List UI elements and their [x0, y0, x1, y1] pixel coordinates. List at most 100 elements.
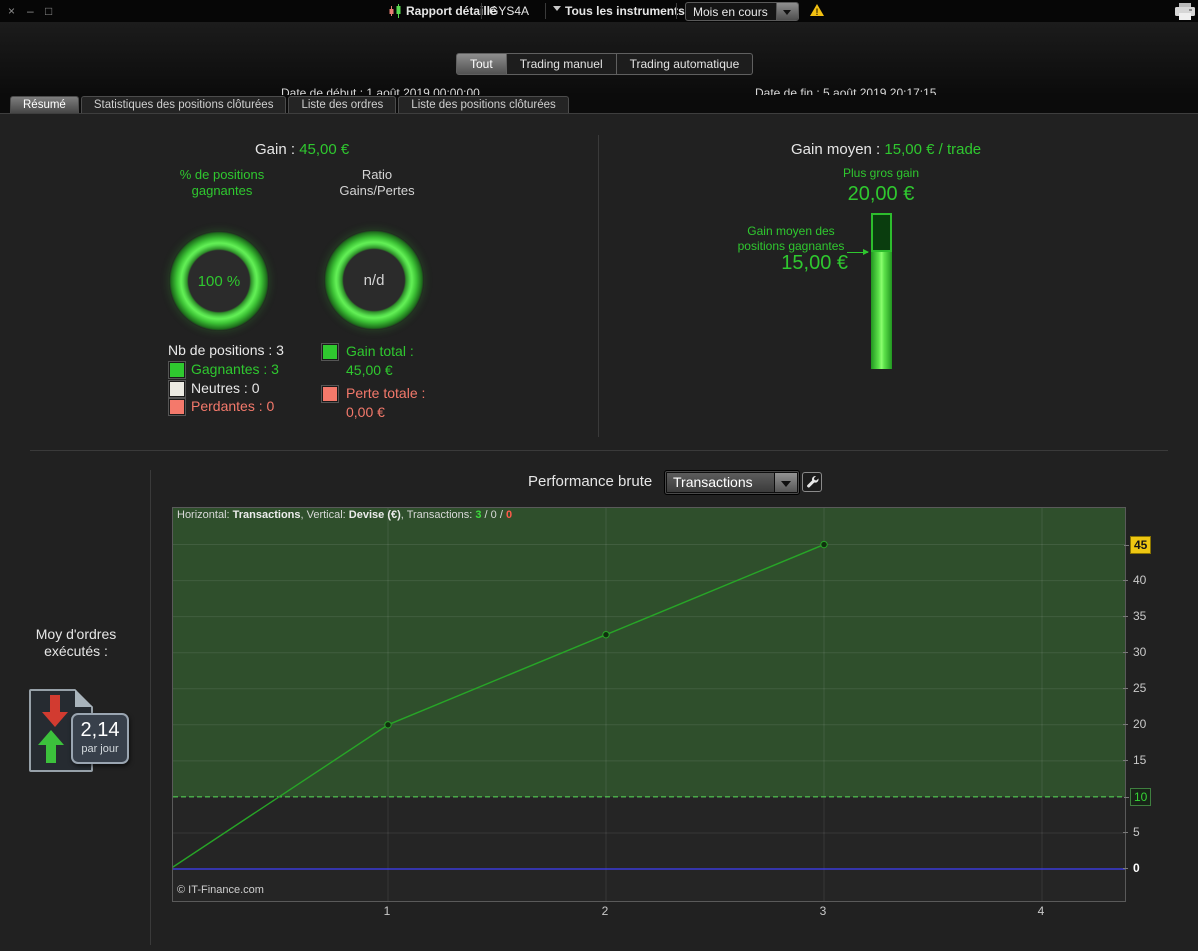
chart-header-segment: / [497, 509, 506, 521]
y-axis-label: 45 [1130, 536, 1151, 554]
y-axis-label: 25 [1130, 680, 1149, 696]
orders-per-day-value: 2,14 [73, 719, 127, 742]
instrument-name[interactable]: GYS4A [489, 4, 529, 18]
nb-positions: Nb de positions : 3 [168, 342, 284, 358]
close-window-icon[interactable]: × [8, 4, 15, 18]
detailed-report-window: { "window": { "controls": {"close": "×",… [0, 0, 1198, 951]
avg-win-value: 15,00 € [748, 252, 848, 275]
gain-heading: Gain : 45,00 € [255, 141, 349, 158]
performance-brute-label: Performance brute [528, 473, 652, 490]
period-select[interactable]: Mois en cours [685, 2, 799, 21]
x-axis-label: 4 [1029, 904, 1053, 918]
report-header-band: Tout Trading manuel Trading automatique … [0, 22, 1198, 96]
orders-average-label: Moy d'ordres exécutés : [21, 626, 131, 660]
legend-swatch-perdantes [169, 399, 185, 415]
bar-segment-average-win [871, 252, 892, 369]
window-title: Rapport détaillé [406, 4, 497, 18]
maximize-window-icon[interactable]: □ [45, 4, 52, 18]
ratio-title: Ratio Gains/Pertes [325, 167, 429, 199]
performance-mode-value: Transactions [667, 473, 774, 492]
win-pct-donut-chart: 100 % [169, 231, 269, 331]
summary-divider [598, 135, 599, 437]
performance-mode-select[interactable]: Transactions [664, 470, 800, 495]
candlestick-icon [388, 3, 403, 24]
ratio-donut-chart: n/d [324, 230, 424, 330]
y-axis-label: 20 [1130, 716, 1149, 732]
tab-tout[interactable]: Tout [456, 53, 507, 75]
chart-header-segment: Horizontal: [177, 509, 233, 521]
period-select-value: Mois en cours [693, 5, 768, 19]
plus-gros-gain-value: 20,00 € [820, 183, 942, 206]
y-axis-label: 35 [1130, 608, 1149, 624]
y-axis-label: 30 [1130, 644, 1149, 660]
chevron-down-icon [783, 10, 791, 19]
chevron-down-icon [553, 6, 561, 15]
legend-neutres: Neutres : 0 [191, 380, 259, 396]
biggest-gain-bar-chart [871, 213, 892, 369]
gain-total-value: 45,00 € [346, 362, 393, 378]
chart-header-segment: , Vertical: [301, 509, 349, 521]
legend-swatch-gain-total [322, 344, 338, 360]
period-select-arrow-button[interactable] [776, 3, 798, 20]
gain-moyen-heading: Gain moyen : 15,00 € / trade [791, 141, 981, 158]
performance-mode-arrow-button[interactable] [775, 473, 797, 492]
separator [545, 3, 546, 19]
performance-line-chart [173, 508, 1125, 901]
legend-swatch-neutres [169, 381, 185, 397]
performance-chart[interactable] [172, 507, 1126, 902]
scope-tabs: Tout Trading manuel Trading automatique [456, 53, 753, 75]
instrument-filter[interactable]: Tous les instruments [553, 4, 685, 18]
y-axis-label: 10 [1130, 788, 1151, 806]
chart-settings-button[interactable] [802, 472, 822, 492]
avg-win-arrow-icon [847, 252, 868, 253]
tab-statistiques[interactable]: Statistiques des positions clôturées [81, 96, 287, 113]
chart-header-segment: Devise (€) [349, 509, 401, 521]
chart-header-segment: , Transactions: [401, 509, 476, 521]
legend-perdantes: Perdantes : 0 [191, 398, 274, 414]
x-axis-label: 2 [593, 904, 617, 918]
chart-header-segment: Transactions [233, 509, 301, 521]
title-bar: × – □ Rapport détaillé GYS4A Tous les in… [0, 0, 1198, 23]
y-axis-label: 0 [1130, 860, 1143, 876]
chart-header-segment: 0 [506, 509, 512, 521]
orders-per-day-unit: par jour [73, 743, 127, 755]
tab-liste-ordres[interactable]: Liste des ordres [288, 96, 396, 113]
down-arrow-icon [42, 695, 68, 728]
chart-header: Horizontal: Transactions, Vertical: Devi… [177, 509, 512, 521]
gain-moyen-value: 15,00 € / trade [884, 141, 981, 158]
report-tabstrip: Résumé Statistiques des positions clôtur… [0, 95, 1198, 113]
y-axis-label: 5 [1130, 824, 1143, 840]
legend-swatch-gagnantes [169, 362, 185, 378]
legend-gagnantes: Gagnantes : 3 [191, 361, 279, 377]
x-axis-label: 3 [811, 904, 835, 918]
tab-trading-manuel[interactable]: Trading manuel [507, 53, 617, 75]
legend-swatch-perte-totale [322, 386, 338, 402]
y-axis-label: 40 [1130, 572, 1149, 588]
y-axis-label: 15 [1130, 752, 1149, 768]
minimize-window-icon[interactable]: – [27, 4, 34, 18]
ratio-value: n/d [324, 230, 424, 330]
tab-resume[interactable]: Résumé [10, 96, 79, 113]
bar-segment-above-average [871, 213, 892, 252]
up-arrow-icon [38, 730, 64, 765]
separator [676, 3, 677, 19]
warning-icon[interactable]: ! [810, 4, 824, 16]
win-pct-value: 100 % [169, 231, 269, 331]
x-axis: 1 2 3 4 [172, 904, 1124, 920]
tab-liste-positions[interactable]: Liste des positions clôturées [398, 96, 568, 113]
separator [481, 3, 482, 19]
wrench-icon [805, 475, 819, 489]
tab-trading-automatique[interactable]: Trading automatique [617, 53, 754, 75]
copyright-credit: © IT-Finance.com [177, 884, 264, 896]
win-pct-title: % de positions gagnantes [170, 167, 274, 199]
gain-value: 45,00 € [299, 141, 349, 158]
chevron-down-icon [781, 481, 791, 492]
y-axis: 0 5 10 15 20 25 30 35 40 45 [1130, 507, 1172, 907]
orders-per-day-badge: 2,14 par jour [71, 713, 129, 764]
avg-win-label: Gain moyen des positions gagnantes [734, 224, 848, 254]
gain-total-label: Gain total : [346, 343, 414, 359]
x-axis-label: 1 [375, 904, 399, 918]
chart-header-segment: / [482, 509, 491, 521]
perte-totale-value: 0,00 € [346, 404, 385, 420]
perte-totale-label: Perte totale : [346, 385, 425, 401]
